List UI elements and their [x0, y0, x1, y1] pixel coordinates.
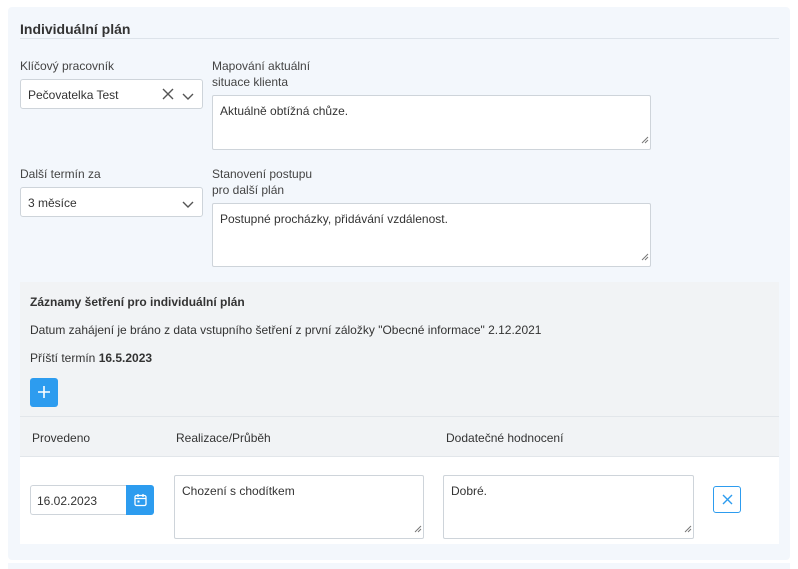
key-worker-select[interactable]: Pečovatelka Test [20, 79, 203, 109]
clear-icon[interactable] [162, 88, 174, 103]
mapping-label-line2: situace klienta [212, 75, 289, 89]
procedure-textarea[interactable]: Postupné procházky, přidávání vzdálenost… [212, 203, 651, 267]
mapping-textarea[interactable]: Aktuálně obtížná chůze. [212, 95, 651, 150]
next-date-value: 16.5.2023 [98, 351, 153, 365]
date-value: 16.02.2023 [37, 494, 98, 508]
next-panel-edge [8, 563, 790, 569]
mapping-label-line1: Mapování aktuální [212, 59, 311, 73]
chevron-down-icon[interactable] [182, 198, 194, 212]
column-header-realization: Realizace/Průběh [176, 431, 271, 445]
realization-textarea[interactable]: Chození s chodítkem [174, 475, 424, 539]
calendar-icon [134, 493, 147, 510]
records-info: Datum zahájení je bráno z data vstupního… [30, 323, 542, 337]
mapping-label: Mapování aktuální situace klienta [212, 58, 310, 90]
plus-icon [37, 385, 51, 402]
add-record-button[interactable] [30, 378, 58, 407]
procedure-label-line2: pro další plán [212, 183, 285, 197]
column-header-evaluation: Dodatečné hodnocení [446, 431, 564, 445]
evaluation-textarea[interactable]: Dobré. [443, 475, 694, 539]
records-title: Záznamy šetření pro individuální plán [30, 295, 245, 309]
procedure-label-line1: Stanovení postupu [212, 167, 313, 181]
procedure-label: Stanovení postupu pro další plán [212, 166, 312, 198]
next-term-value: 3 měsíce [28, 196, 77, 210]
column-header-done: Provedeno [32, 431, 91, 445]
evaluation-value: Dobré. [451, 484, 488, 498]
mapping-value: Aktuálně obtížná chůze. [220, 104, 349, 118]
next-date-label: Příští termín [30, 351, 96, 365]
resize-handle-icon[interactable] [684, 521, 692, 537]
remove-record-button[interactable] [713, 486, 741, 513]
close-icon [722, 494, 733, 508]
next-term-label: Další termín za [20, 167, 101, 181]
next-term-select[interactable]: 3 měsíce [20, 187, 203, 217]
next-date-line: Příští termín 16.5.2023 [30, 350, 152, 366]
key-worker-label: Klíčový pracovník [20, 59, 115, 73]
resize-handle-icon[interactable] [641, 132, 649, 148]
records-section: Záznamy šetření pro individuální plán Da… [20, 282, 779, 544]
records-table-header: Provedeno Realizace/Průběh Dodatečné hod… [20, 416, 779, 456]
section-title: Individuální plán [20, 21, 131, 37]
procedure-value: Postupné procházky, přidávání vzdálenost… [220, 212, 448, 226]
calendar-button[interactable] [126, 485, 154, 515]
title-divider [20, 38, 779, 39]
key-worker-value: Pečovatelka Test [28, 88, 119, 102]
realization-value: Chození s chodítkem [182, 484, 295, 498]
chevron-down-icon[interactable] [182, 90, 194, 104]
resize-handle-icon[interactable] [414, 521, 422, 537]
table-row: 16.02.2023 Chození s chodítkem Dobré. [20, 456, 779, 544]
individual-plan-panel: Individuální plán Klíčový pracovník Pečo… [8, 7, 790, 560]
resize-handle-icon[interactable] [641, 249, 649, 265]
date-input[interactable]: 16.02.2023 [30, 485, 127, 515]
